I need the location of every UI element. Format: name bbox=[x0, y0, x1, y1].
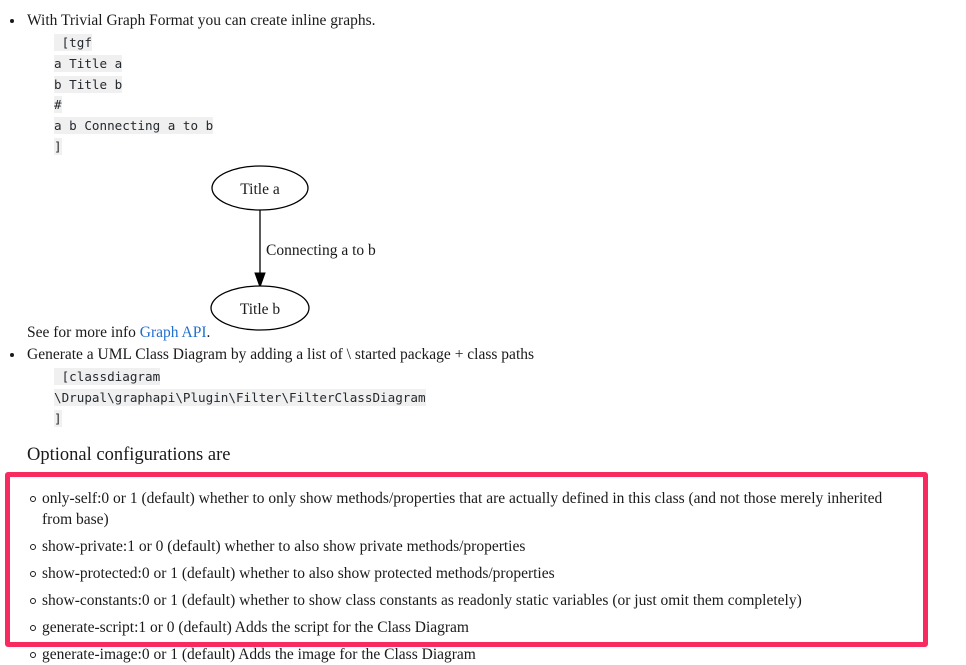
code-line: b Title b bbox=[54, 75, 123, 93]
code-line: a b Connecting a to b bbox=[54, 117, 214, 135]
see-more-suffix: . bbox=[206, 324, 211, 341]
list-item: generate-script:1 or 0 (default) Adds th… bbox=[10, 617, 923, 638]
list-item-tgf-intro: With Trivial Graph Format you can create… bbox=[0, 10, 940, 158]
list-item: only-self:0 or 1 (default) whether to on… bbox=[10, 488, 923, 530]
list-item: show-private:1 or 0 (default) whether to… bbox=[10, 536, 923, 557]
see-more-prefix: See for more info bbox=[27, 324, 140, 341]
top-level-list: With Trivial Graph Format you can create… bbox=[0, 10, 940, 158]
classdiagram-intro-text: Generate a UML Class Diagram by adding a… bbox=[27, 346, 535, 363]
code-line: [classdiagram bbox=[54, 368, 161, 385]
list-item-classdiagram-intro: Generate a UML Class Diagram by adding a… bbox=[0, 344, 940, 429]
list-item: generate-image:0 or 1 (default) Adds the… bbox=[10, 644, 923, 665]
code-line: \Drupal\graphapi\Plugin\Filter\FilterCla… bbox=[54, 388, 426, 406]
tgf-code-block: [tgf a Title a b Title b # a b Connectin… bbox=[54, 33, 940, 158]
tgf-intro-text: With Trivial Graph Format you can create… bbox=[27, 12, 376, 29]
tgf-rendered-graph: Title a Connecting a to b Title b bbox=[190, 155, 420, 345]
graph-api-link[interactable]: Graph API bbox=[140, 324, 207, 341]
see-more-info-line: See for more info Graph API. bbox=[27, 322, 210, 343]
list-item: show-constants:0 or 1 (default) whether … bbox=[10, 590, 923, 611]
svg-text:Title a: Title a bbox=[240, 181, 280, 198]
classdiagram-code-block: [classdiagram \Drupal\graphapi\Plugin\Fi… bbox=[54, 367, 940, 429]
section-class-diagram: Generate a UML Class Diagram by adding a… bbox=[0, 344, 940, 429]
document-page: With Trivial Graph Format you can create… bbox=[0, 0, 966, 663]
code-line: ] bbox=[54, 137, 62, 155]
code-line: [tgf bbox=[54, 34, 92, 51]
code-line: a Title a bbox=[54, 54, 123, 72]
options-list: only-self:0 or 1 (default) whether to on… bbox=[10, 477, 923, 665]
top-level-list-2: Generate a UML Class Diagram by adding a… bbox=[0, 344, 940, 429]
svg-text:Connecting a to b: Connecting a to b bbox=[266, 242, 376, 259]
list-item: show-protected:0 or 1 (default) whether … bbox=[10, 563, 923, 584]
optional-configurations-heading: Optional configurations are bbox=[27, 445, 231, 465]
code-line: ] bbox=[54, 409, 62, 427]
code-line: # bbox=[54, 96, 62, 114]
graph-edge-arrowhead bbox=[254, 272, 266, 289]
svg-text:Title b: Title b bbox=[240, 301, 281, 318]
section-trivial-graph-format: With Trivial Graph Format you can create… bbox=[0, 10, 940, 158]
options-highlight-box: only-self:0 or 1 (default) whether to on… bbox=[5, 472, 928, 663]
